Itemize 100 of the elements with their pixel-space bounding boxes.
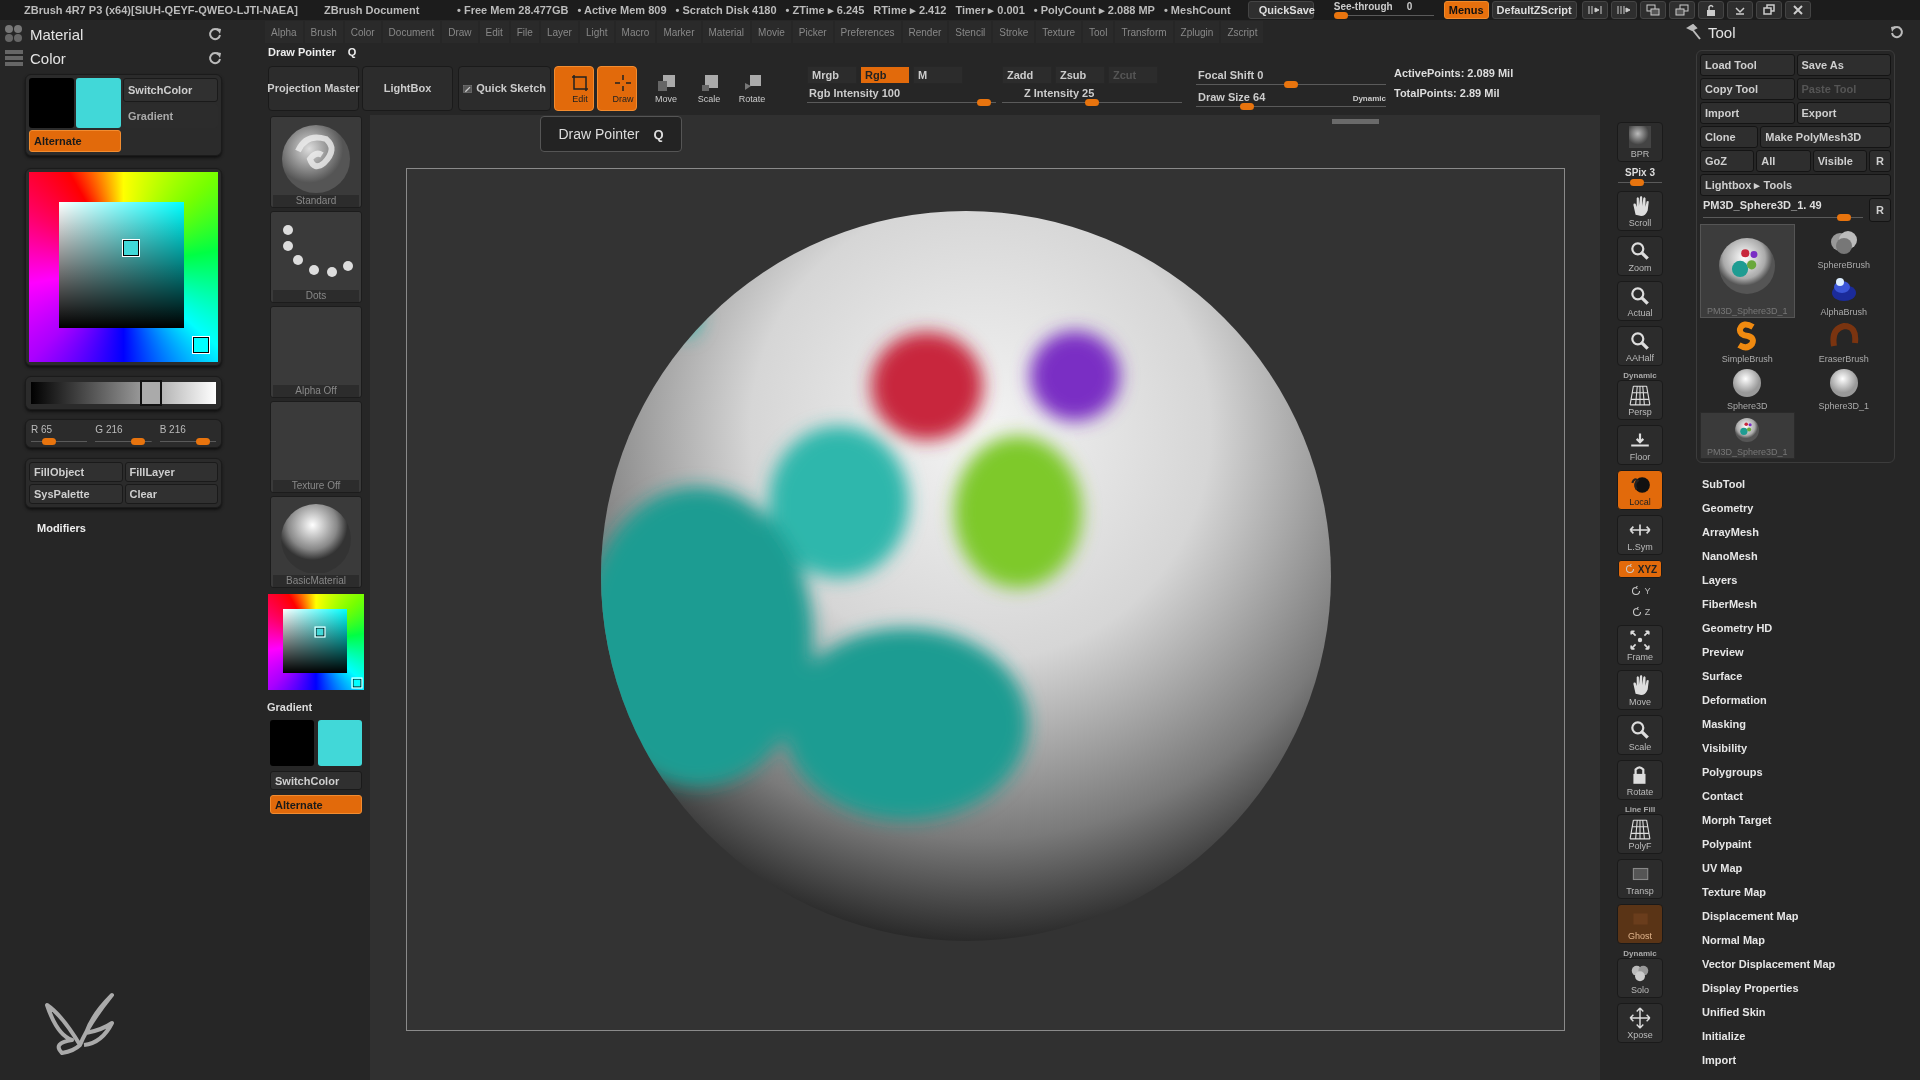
menu-item[interactable]: Zscript: [1221, 21, 1264, 43]
subpalette-item[interactable]: Preview: [1702, 640, 1744, 664]
slider-thumb[interactable]: [1240, 103, 1254, 110]
menu-item[interactable]: Draw: [442, 21, 478, 43]
subpalette-item[interactable]: Initialize: [1702, 1024, 1746, 1048]
slider-thumb[interactable]: [140, 380, 163, 406]
tool-button[interactable]: R: [1869, 150, 1891, 172]
tool-button[interactable]: Visible: [1812, 150, 1867, 172]
menu-item[interactable]: Alpha: [265, 21, 303, 43]
tool-button[interactable]: GoZ: [1700, 150, 1755, 172]
window-button[interactable]: [1755, 1, 1782, 19]
menu-item[interactable]: Light: [579, 21, 614, 43]
toolbar-button[interactable]: L.Sym: [1617, 515, 1663, 555]
tool-button[interactable]: Copy Tool: [1700, 78, 1795, 100]
subpalette-item[interactable]: Visibility: [1702, 736, 1748, 760]
menu-item[interactable]: Layer: [540, 21, 578, 43]
toolbar-button[interactable]: BPR: [1617, 122, 1663, 162]
circular-arrow-icon[interactable]: [208, 51, 222, 65]
subpalette-item[interactable]: Vector Displacement Map: [1702, 952, 1836, 976]
toolbar-button[interactable]: Solo: [1617, 958, 1663, 998]
tool-button[interactable]: Make PolyMesh3D: [1760, 126, 1891, 148]
window-button[interactable]: [1668, 1, 1695, 19]
subpalette-item[interactable]: Deformation: [1702, 688, 1767, 712]
switch-color-button[interactable]: SwitchColor: [270, 771, 362, 790]
tool-button[interactable]: Save As: [1796, 54, 1891, 76]
toolbar-button[interactable]: Move: [1617, 670, 1663, 710]
window-button[interactable]: [1697, 1, 1724, 19]
menu-item[interactable]: Tool: [1083, 21, 1114, 43]
switch-color-button[interactable]: SwitchColor: [123, 78, 218, 102]
toolbar-button[interactable]: Transp: [1617, 859, 1663, 899]
subpalette-item[interactable]: Polypaint: [1702, 832, 1752, 856]
subpalette-item[interactable]: Geometry: [1702, 496, 1754, 520]
menu-item[interactable]: Edit: [479, 21, 509, 43]
menu-item[interactable]: Render: [902, 21, 948, 43]
menu-item[interactable]: Preferences: [834, 21, 901, 43]
mode-button[interactable]: M: [913, 66, 963, 84]
close-button[interactable]: [1784, 1, 1811, 19]
secondary-color-swatch[interactable]: [270, 720, 314, 766]
subpalette-item[interactable]: NanoMesh: [1702, 544, 1758, 568]
dynamic-label[interactable]: Dynamic: [1352, 94, 1386, 103]
slider-thumb[interactable]: [976, 99, 991, 106]
thumbnail-button[interactable]: Standard: [270, 116, 362, 208]
menu-item[interactable]: Stencil: [949, 21, 992, 43]
subpalette-item[interactable]: Normal Map: [1702, 928, 1765, 952]
palette-button[interactable]: FillObject: [29, 462, 123, 482]
toggle-button[interactable]: XYZ: [1618, 560, 1662, 578]
slider-thumb[interactable]: [1837, 214, 1852, 221]
subpalette-item[interactable]: Morph Target: [1702, 808, 1772, 832]
menu-item[interactable]: Texture: [1036, 21, 1082, 43]
tool-button[interactable]: Load Tool: [1700, 54, 1795, 76]
palette-button[interactable]: FillLayer: [124, 462, 218, 482]
document-canvas[interactable]: [406, 168, 1565, 1031]
thumbnail-button[interactable]: BasicMaterial: [270, 496, 362, 588]
mode-button[interactable]: Zadd: [1002, 66, 1052, 84]
toolbar-button[interactable]: AAHalf: [1617, 326, 1663, 366]
thumbnail-button[interactable]: Alpha Off: [270, 306, 362, 398]
subpalette-item[interactable]: Contact: [1702, 784, 1743, 808]
mode-button[interactable]: Mrgb: [807, 66, 857, 84]
toolbar-button[interactable]: Frame: [1617, 625, 1663, 665]
thumbnail-button[interactable]: Texture Off: [270, 401, 362, 493]
script-button[interactable]: DefaultZScript: [1491, 1, 1577, 19]
slider-thumb[interactable]: [131, 438, 146, 445]
subpalette-item[interactable]: Texture Map: [1702, 880, 1766, 904]
subpalette-item[interactable]: Display Properties: [1702, 976, 1799, 1000]
shelf-button[interactable]: Projection Master: [268, 66, 359, 111]
subpalette-item[interactable]: Surface: [1702, 664, 1743, 688]
palette-title[interactable]: Color: [30, 49, 208, 67]
slider-thumb[interactable]: [1284, 81, 1298, 88]
painted-sphere-model[interactable]: [601, 211, 1331, 941]
color-picker[interactable]: [29, 172, 218, 362]
color-picker[interactable]: [268, 594, 364, 690]
slider-thumb[interactable]: [1333, 12, 1348, 19]
tool-button[interactable]: Export: [1796, 102, 1891, 124]
shelf-button[interactable]: Draw: [597, 66, 637, 111]
primary-color-swatch[interactable]: [318, 720, 362, 766]
menu-item[interactable]: Transform: [1115, 21, 1173, 43]
circular-arrow-icon[interactable]: [1890, 25, 1904, 39]
section-title[interactable]: Modifiers: [37, 522, 262, 534]
toolbar-button[interactable]: Actual: [1617, 281, 1663, 321]
mode-button[interactable]: Zsub: [1055, 66, 1105, 84]
toolbar-button[interactable]: Zoom: [1617, 236, 1663, 276]
menu-item[interactable]: Brush: [304, 21, 343, 43]
primary-color-swatch[interactable]: [76, 78, 121, 128]
shelf-button[interactable]: Scale: [683, 66, 723, 111]
window-button[interactable]: [1581, 1, 1608, 19]
menu-item[interactable]: Document: [382, 21, 441, 43]
shelf-button[interactable]: LightBox: [362, 66, 453, 111]
window-button[interactable]: [1726, 1, 1753, 19]
shelf-button[interactable]: Quick Sketch: [458, 66, 551, 111]
tool-button[interactable]: Import: [1700, 102, 1795, 124]
toolbar-button[interactable]: Scroll: [1617, 191, 1663, 231]
subpalette-item[interactable]: FiberMesh: [1702, 592, 1757, 616]
subpalette-item[interactable]: Polygroups: [1702, 760, 1763, 784]
subpalette-item[interactable]: Import: [1702, 1048, 1737, 1072]
menu-item[interactable]: Stroke: [993, 21, 1035, 43]
axis-button[interactable]: Z: [1629, 604, 1651, 620]
palette-button[interactable]: Clear: [124, 484, 218, 504]
tool-thumbnail[interactable]: AlphaBrush: [1796, 271, 1891, 318]
thumbnail-button[interactable]: Dots: [270, 211, 362, 303]
palette-title[interactable]: Tool: [1708, 23, 1884, 41]
